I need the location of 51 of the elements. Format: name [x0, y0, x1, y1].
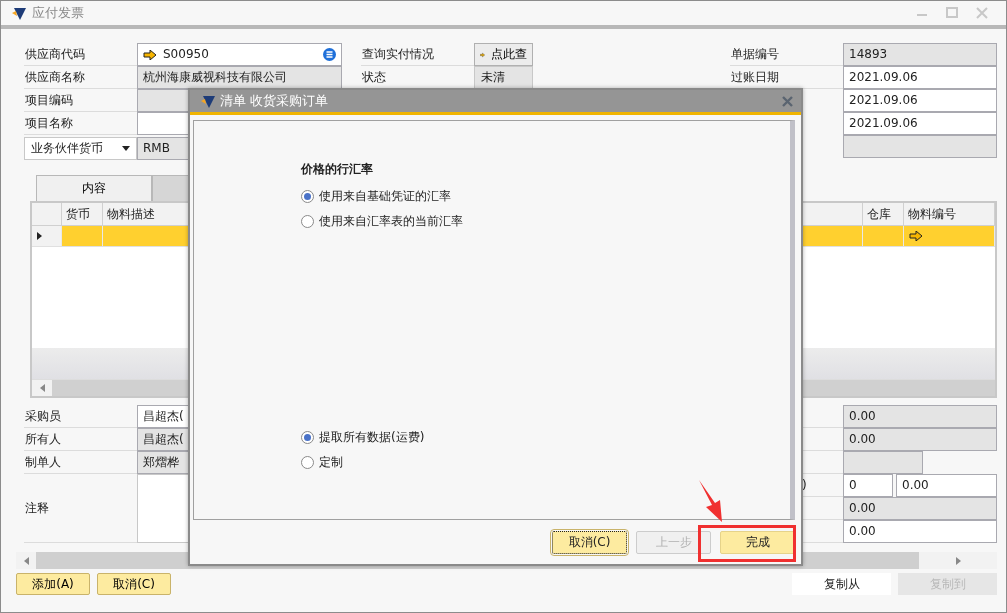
radio-button[interactable]: [301, 190, 314, 203]
dialog-button[interactable]: 取消(C): [552, 530, 627, 554]
text-field[interactable]: 杭州海康威视科技有限公司: [137, 66, 342, 89]
text-field[interactable]: [843, 451, 923, 474]
dialog-title: 清单 收货采购订单: [220, 92, 329, 110]
text-field[interactable]: 14893: [843, 43, 997, 66]
copy-button[interactable]: 复制从: [792, 573, 891, 595]
text-field[interactable]: 0.00: [843, 497, 997, 520]
text-field[interactable]: 2021.09.06: [843, 89, 997, 112]
window-title: 应付发票: [32, 4, 84, 22]
section-title: 价格的行汇率: [301, 161, 374, 178]
text-field[interactable]: 0.00: [843, 520, 997, 543]
close-icon[interactable]: [782, 95, 793, 107]
caret-icon: [122, 146, 130, 151]
action-button[interactable]: 取消(C): [97, 573, 171, 595]
maximize-icon[interactable]: [946, 7, 958, 19]
scroll-right-icon[interactable]: [955, 556, 961, 565]
query-button[interactable]: 点此查: [474, 43, 533, 66]
logo-icon: [200, 93, 216, 109]
close-icon[interactable]: [976, 7, 988, 19]
column-header[interactable]: 仓库: [863, 203, 904, 225]
radio-label: 定制: [319, 454, 343, 471]
radio-button[interactable]: [301, 215, 314, 228]
radio-label: 提取所有数据(运费): [319, 429, 425, 446]
currency-select[interactable]: 业务伙伴货币: [24, 137, 137, 160]
status-select[interactable]: 未清: [474, 66, 533, 89]
text-field[interactable]: 2021.09.06: [843, 112, 997, 135]
row-pointer-icon: [37, 232, 42, 240]
tab[interactable]: 内容: [36, 175, 152, 201]
arrow-icon: [143, 49, 157, 60]
supplier-code-field[interactable]: S00950: [137, 43, 342, 66]
scroll-left-icon[interactable]: [23, 556, 29, 565]
dialog-button[interactable]: 完成: [720, 530, 795, 554]
list-icon: [323, 48, 336, 61]
text-field[interactable]: 2021.09.06: [843, 66, 997, 89]
text-field[interactable]: 0.00: [843, 428, 997, 451]
arrow-icon: [480, 49, 485, 60]
radio-label: 使用来自汇率表的当前汇率: [319, 213, 463, 230]
text-field[interactable]: 0.00: [843, 405, 997, 428]
arrow-icon: [909, 231, 923, 241]
scroll-left-icon[interactable]: [39, 384, 45, 392]
text-field[interactable]: 0.00: [896, 474, 997, 497]
text-field[interactable]: [843, 135, 997, 158]
radio-button[interactable]: [301, 456, 314, 469]
radio-label: 使用来自基础凭证的汇率: [319, 188, 451, 205]
radio-button[interactable]: [301, 431, 314, 444]
column-header[interactable]: 物料编号: [904, 203, 995, 225]
logo-icon: [11, 5, 27, 21]
action-button[interactable]: 添加(A): [16, 573, 90, 595]
column-header[interactable]: 货币: [62, 203, 103, 225]
text-field[interactable]: 0: [843, 474, 893, 497]
